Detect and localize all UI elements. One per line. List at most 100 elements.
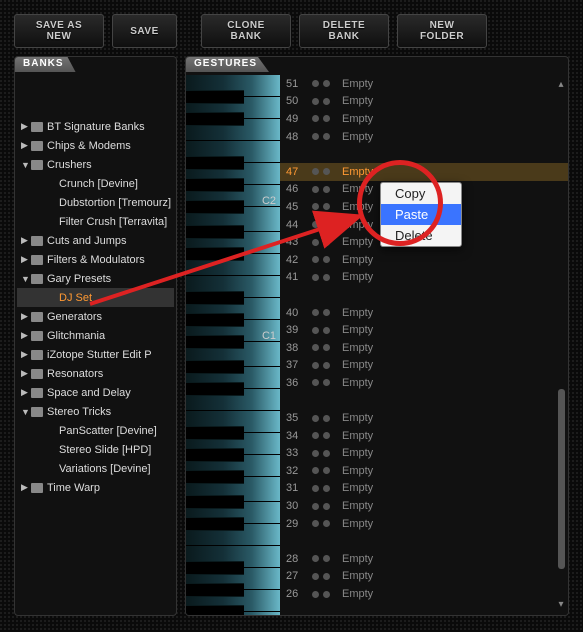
piano-keys[interactable]: C2C1 — [186, 75, 280, 615]
bank-item[interactable]: ▶Generators — [17, 307, 174, 326]
slot-number: 28 — [286, 553, 312, 565]
scroll-down-icon[interactable]: ▾ — [556, 599, 566, 611]
gesture-slot[interactable]: 41Empty — [280, 269, 568, 287]
bank-label: PanScatter [Devine] — [59, 425, 157, 437]
disclosure-icon: ▶ — [21, 311, 31, 322]
gesture-slot[interactable]: 36Empty — [280, 374, 568, 392]
gesture-slot[interactable]: 32 Empty — [280, 462, 568, 480]
slot-number: 42 — [286, 254, 312, 266]
slot-number: 40 — [286, 307, 312, 319]
bank-label: Stereo Tricks — [47, 406, 111, 418]
slot-label: Empty — [342, 447, 373, 459]
clone-bank-button[interactable]: CLONE BANK — [201, 14, 291, 48]
slot-label: Empty — [342, 465, 373, 477]
slot-label: Empty — [342, 500, 373, 512]
bank-item[interactable]: ▶Cuts and Jumps — [17, 231, 174, 250]
slot-number: 49 — [286, 113, 312, 125]
folder-icon — [31, 312, 43, 322]
bank-item[interactable]: Stereo Slide [HPD] — [17, 440, 174, 459]
folder-icon — [31, 255, 43, 265]
gesture-slot[interactable]: 37Empty — [280, 357, 568, 375]
bank-item[interactable]: ▶Glitchmania — [17, 326, 174, 345]
bank-item[interactable]: ▶Space and Delay — [17, 383, 174, 402]
slot-number: 30 — [286, 500, 312, 512]
gesture-slot[interactable]: 27Empty — [280, 568, 568, 586]
slot-number: 47 — [286, 166, 312, 178]
bank-label: Chips & Modems — [47, 140, 131, 152]
gesture-slot[interactable]: 51Empty — [280, 75, 568, 93]
bank-item[interactable]: ▼Stereo Tricks — [17, 402, 174, 421]
gesture-slot[interactable]: 29Empty — [280, 515, 568, 533]
scrollbar[interactable]: ▴ ▾ — [556, 79, 566, 611]
bank-item[interactable]: ▶Time Warp — [17, 478, 174, 497]
bank-item[interactable]: DJ Set — [17, 288, 174, 307]
save-as-new-button[interactable]: SAVE AS NEW — [14, 14, 104, 48]
bank-label: DJ Set — [59, 292, 92, 304]
slot-dots — [312, 520, 342, 527]
slot-dots — [312, 133, 342, 140]
new-folder-button[interactable]: NEW FOLDER — [397, 14, 487, 48]
slot-label: Empty — [342, 518, 373, 530]
gesture-slot[interactable]: 42Empty — [280, 251, 568, 269]
bank-item[interactable]: ▼Crushers — [17, 155, 174, 174]
gesture-slot[interactable]: 33Empty — [280, 444, 568, 462]
scroll-up-icon[interactable]: ▴ — [556, 79, 566, 91]
bank-label: Variations [Devine] — [59, 463, 151, 475]
slot-dots — [312, 573, 342, 580]
scroll-thumb[interactable] — [558, 389, 565, 569]
gesture-slot[interactable]: 28Empty — [280, 550, 568, 568]
gesture-slot[interactable]: 50Empty — [280, 93, 568, 111]
bank-item[interactable] — [17, 79, 174, 98]
slot-label: Empty — [342, 236, 373, 248]
slot-label: Empty — [342, 570, 373, 582]
gesture-slot[interactable]: 48Empty — [280, 128, 568, 146]
bank-item[interactable]: Crunch [Devine] — [17, 174, 174, 193]
delete-bank-button[interactable]: DELETE BANK — [299, 14, 389, 48]
context-menu: Copy Paste Delete — [380, 182, 462, 247]
bank-item[interactable]: ▼Gary Presets — [17, 269, 174, 288]
bank-item[interactable]: ▶BT Signature Banks — [17, 117, 174, 136]
folder-icon — [31, 141, 43, 151]
bank-item[interactable]: ▶Resonators — [17, 364, 174, 383]
slot-number: 48 — [286, 131, 312, 143]
slot-label: Empty — [342, 359, 373, 371]
bank-label: Crushers — [47, 159, 92, 171]
gesture-slot[interactable]: 31Empty — [280, 480, 568, 498]
gesture-slot[interactable]: 49Empty — [280, 110, 568, 128]
bank-item[interactable]: Dubstortion [Tremourz] — [17, 193, 174, 212]
bank-item[interactable]: PanScatter [Devine] — [17, 421, 174, 440]
slot-dots — [312, 221, 342, 228]
context-delete[interactable]: Delete — [381, 225, 461, 246]
slot-number: 41 — [286, 271, 312, 283]
gesture-slot[interactable]: 39Empty — [280, 321, 568, 339]
gesture-slot[interactable]: 47 Empty — [280, 163, 568, 181]
gesture-slot[interactable]: 34Empty — [280, 427, 568, 445]
slot-number: 36 — [286, 377, 312, 389]
gesture-slot[interactable]: 40Empty — [280, 304, 568, 322]
slot-dots — [312, 327, 342, 334]
slot-number: 35 — [286, 412, 312, 424]
gesture-slot[interactable]: 26Empty — [280, 585, 568, 603]
gesture-slot[interactable]: 30 Empty — [280, 497, 568, 515]
slot-dots — [312, 379, 342, 386]
folder-icon — [31, 350, 43, 360]
context-paste[interactable]: Paste — [381, 204, 461, 225]
slot-label: Empty — [342, 166, 373, 178]
bank-item[interactable]: ▶iZotope Stutter Edit P — [17, 345, 174, 364]
gesture-slot[interactable]: 38Empty — [280, 339, 568, 357]
banks-title: BANKS — [15, 56, 76, 72]
bank-item[interactable]: ▶Filters & Modulators — [17, 250, 174, 269]
bank-item[interactable]: Variations [Devine] — [17, 459, 174, 478]
save-button[interactable]: SAVE — [112, 14, 177, 48]
bank-item[interactable]: ▶Chips & Modems — [17, 136, 174, 155]
gesture-slot[interactable]: 35Empty — [280, 409, 568, 427]
bank-item[interactable]: Filter Crush [Terravita] — [17, 212, 174, 231]
slot-label: Empty — [342, 482, 373, 494]
slot-number: 32 — [286, 465, 312, 477]
disclosure-icon: ▶ — [21, 368, 31, 379]
context-copy[interactable]: Copy — [381, 183, 461, 204]
slot-dots — [312, 467, 342, 474]
slot-label: Empty — [342, 324, 373, 336]
folder-icon — [31, 122, 43, 132]
bank-item[interactable] — [17, 98, 174, 117]
